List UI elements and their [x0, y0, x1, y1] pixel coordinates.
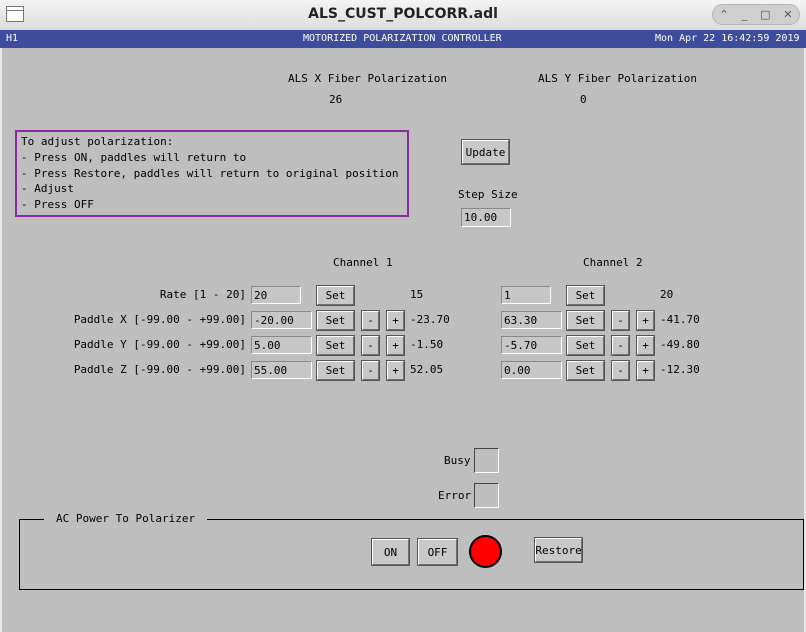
x-fiber-value: 26 [329, 93, 343, 106]
ch1-paddle-z-input[interactable] [251, 361, 312, 379]
busy-indicator [474, 448, 499, 473]
instruction-line: - Press OFF [21, 198, 94, 211]
ch2-paddle-x-readback: -41.70 [660, 313, 700, 326]
busy-label: Busy [444, 454, 471, 467]
ch2-paddle-y-plus-button[interactable]: + [636, 335, 655, 356]
ch1-paddle-x-input[interactable] [251, 311, 312, 329]
y-fiber-label: ALS Y Fiber Polarization [538, 72, 697, 85]
ch1-rate-set-button[interactable]: Set [316, 285, 355, 306]
update-button[interactable]: Update [461, 139, 510, 165]
ac-off-button[interactable]: OFF [417, 538, 458, 566]
ch2-paddle-y-minus-button[interactable]: - [611, 335, 630, 356]
minimize-icon[interactable]: _ [742, 8, 748, 21]
ch1-paddle-z-plus-button[interactable]: + [386, 360, 405, 381]
ch1-paddle-y-set-button[interactable]: Set [316, 335, 355, 356]
ac-power-group [19, 519, 804, 590]
ch2-rate-readback: 20 [660, 288, 674, 301]
ch1-paddle-x-minus-button[interactable]: - [361, 310, 380, 331]
ch1-paddle-x-set-button[interactable]: Set [316, 310, 355, 331]
ch1-paddle-z-readback: 52.05 [410, 363, 444, 376]
close-icon[interactable]: ✕ [783, 8, 792, 21]
ch1-paddle-y-minus-button[interactable]: - [361, 335, 380, 356]
ac-power-indicator [469, 535, 502, 568]
instruction-line: - Press ON, paddles will return to [21, 151, 247, 164]
screen-title: MOTORIZED POLARIZATION CONTROLLER [303, 33, 502, 44]
ch1-paddle-z-set-button[interactable]: Set [316, 360, 355, 381]
instructions-box: To adjust polarization: - Press ON, padd… [15, 130, 409, 217]
rate-label: Rate [1 - 20] [159, 288, 246, 301]
ch2-paddle-x-set-button[interactable]: Set [566, 310, 605, 331]
ch2-rate-set-button[interactable]: Set [566, 285, 605, 306]
ch1-rate-readback: 15 [410, 288, 424, 301]
ch2-paddle-z-input[interactable] [501, 361, 562, 379]
paddle-y-label: Paddle Y [-99.00 - +99.00] [73, 338, 246, 351]
ch2-paddle-x-minus-button[interactable]: - [611, 310, 630, 331]
error-label: Error [438, 489, 472, 502]
ch2-rate-input[interactable] [501, 286, 551, 304]
window-controls: ⌃ _ □ ✕ [712, 4, 800, 25]
ch2-paddle-x-plus-button[interactable]: + [636, 310, 655, 331]
channel-2-title: Channel 2 [583, 256, 643, 269]
paddle-z-label: Paddle Z [-99.00 - +99.00] [73, 363, 246, 376]
window-title-bar[interactable]: ALS_CUST_POLCORR.adl ⌃ _ □ ✕ [0, 0, 806, 31]
ch1-paddle-x-plus-button[interactable]: + [386, 310, 405, 331]
ac-power-title: AC Power To Polarizer [44, 512, 208, 525]
step-size-label: Step Size [458, 188, 518, 201]
y-fiber-value: 0 [580, 93, 587, 106]
ch2-paddle-y-set-button[interactable]: Set [566, 335, 605, 356]
ch1-rate-input[interactable] [251, 286, 301, 304]
ch2-paddle-z-set-button[interactable]: Set [566, 360, 605, 381]
instruction-line: - Press Restore, paddles will return to … [21, 167, 399, 180]
error-indicator [474, 483, 499, 508]
x-fiber-label: ALS X Fiber Polarization [288, 72, 447, 85]
ch1-paddle-z-minus-button[interactable]: - [361, 360, 380, 381]
instruction-line: To adjust polarization: [21, 135, 174, 148]
header-banner: H1 MOTORIZED POLARIZATION CONTROLLER Mon… [0, 30, 806, 48]
ch1-paddle-y-plus-button[interactable]: + [386, 335, 405, 356]
ch2-paddle-y-input[interactable] [501, 336, 562, 354]
ch2-paddle-z-minus-button[interactable]: - [611, 360, 630, 381]
shade-icon[interactable]: ⌃ [719, 8, 728, 21]
ch2-paddle-y-readback: -49.80 [660, 338, 700, 351]
window-title: ALS_CUST_POLCORR.adl [308, 6, 498, 22]
ch1-paddle-x-readback: -23.70 [410, 313, 450, 326]
step-size-input[interactable] [461, 208, 511, 227]
date-time: Mon Apr 22 16:42:59 2019 [655, 33, 800, 44]
ch2-paddle-z-readback: -12.30 [660, 363, 700, 376]
ch2-paddle-z-plus-button[interactable]: + [636, 360, 655, 381]
restore-button[interactable]: Restore [534, 537, 583, 563]
ac-on-button[interactable]: ON [371, 538, 410, 566]
ch1-paddle-y-input[interactable] [251, 336, 312, 354]
ch1-paddle-y-readback: -1.50 [410, 338, 444, 351]
paddle-x-label: Paddle X [-99.00 - +99.00] [73, 313, 246, 326]
maximize-icon[interactable]: □ [760, 8, 770, 21]
site-label: H1 [6, 33, 19, 44]
channel-1-title: Channel 1 [333, 256, 393, 269]
frame-left [0, 48, 2, 632]
instruction-line: - Adjust [21, 182, 74, 195]
ch2-paddle-x-input[interactable] [501, 311, 562, 329]
